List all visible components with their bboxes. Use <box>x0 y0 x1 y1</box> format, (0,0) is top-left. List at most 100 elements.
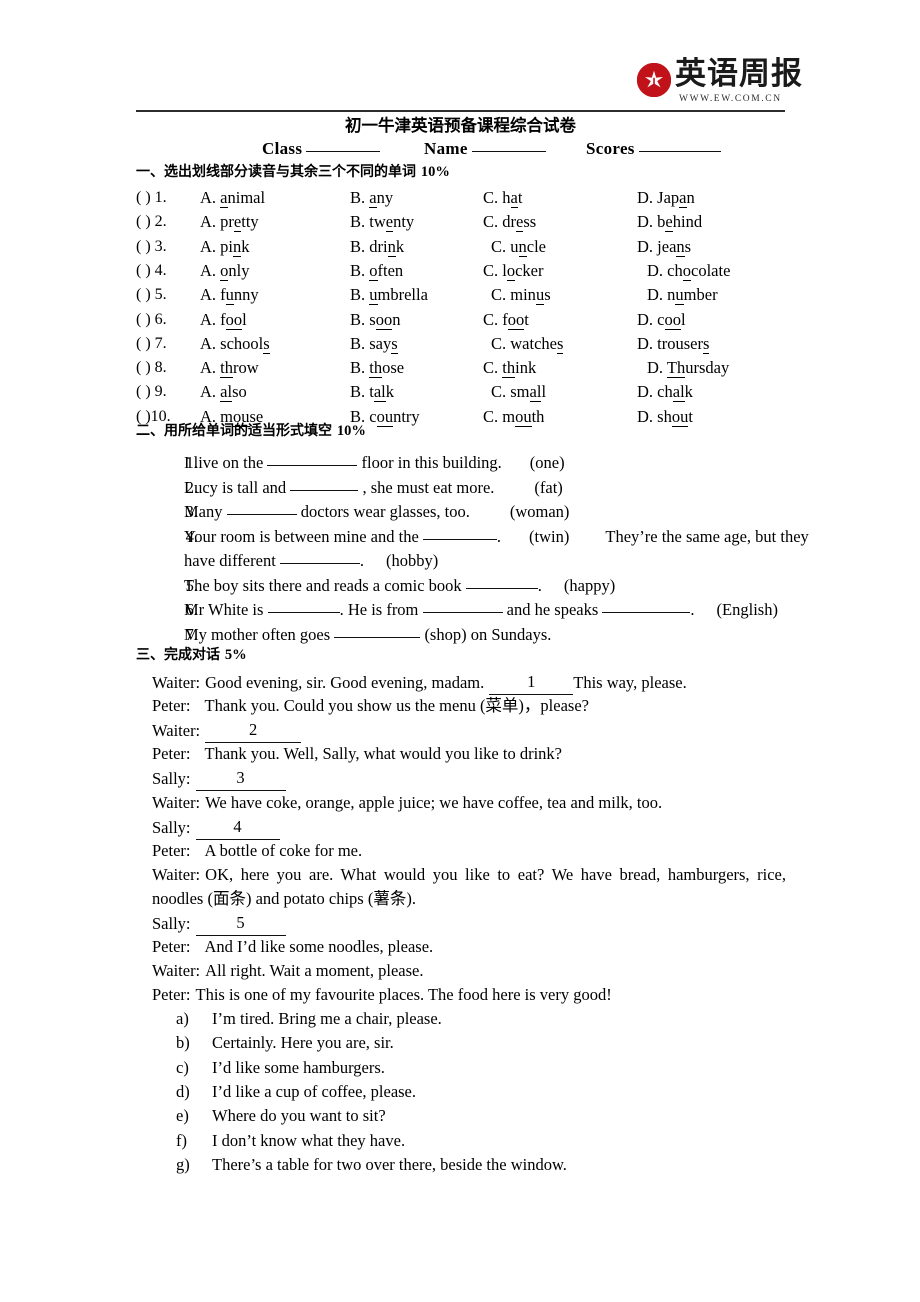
mcq-option-b[interactable]: B. often <box>350 259 403 283</box>
answer-blank[interactable] <box>465 575 538 589</box>
mcq-answer-bracket[interactable]: ( ) 5. <box>136 283 167 307</box>
dialogue-answer-blank[interactable]: 5 <box>195 910 286 936</box>
mcq-option-c[interactable]: C. small <box>491 380 546 404</box>
underlined-sound: o <box>682 260 691 281</box>
class-input-blank[interactable] <box>306 138 381 152</box>
mcq-option-d[interactable]: D. shout <box>637 405 693 429</box>
mcq-row: ( ) 6. A. fool B. soon C. foot D. cool <box>136 308 836 332</box>
name-field[interactable]: Name <box>424 138 546 159</box>
underlined-sound: al <box>220 382 233 403</box>
answer-blank[interactable] <box>334 624 421 638</box>
mcq-option-a[interactable]: A. pink <box>200 235 250 259</box>
underlined-sound: oo <box>225 309 243 330</box>
mcq-option-c[interactable]: C. watches <box>491 332 564 356</box>
mcq-option-b[interactable]: B. umbrella <box>350 283 428 307</box>
dialogue-answer-blank[interactable]: 2 <box>205 717 302 744</box>
dialogue-answer-blank[interactable]: 3 <box>195 765 286 792</box>
mcq-option-c[interactable]: C. hat <box>483 186 522 210</box>
underlined-sound: o <box>220 260 229 281</box>
mcq-answer-bracket[interactable]: ( ) 1. <box>136 186 167 210</box>
mcq-option-a[interactable]: A. only <box>200 259 250 283</box>
mcq-option-b[interactable]: B. soon <box>350 308 400 332</box>
choice-key: f) <box>176 1130 187 1150</box>
mcq-answer-bracket[interactable]: ( ) 3. <box>136 235 167 259</box>
underlined-sound: a <box>369 188 377 208</box>
mcq-option-d[interactable]: D. trousers <box>637 332 710 356</box>
mcq-option-d[interactable]: D. chalk <box>637 380 693 404</box>
mcq-option-d[interactable]: D. cool <box>637 308 686 332</box>
dialogue-speaker: Waiter: <box>152 864 201 884</box>
section3-heading: 三、完成对话 5% <box>136 647 247 663</box>
choice-key: d) <box>176 1081 190 1101</box>
answer-blank[interactable] <box>602 599 691 613</box>
class-field[interactable]: Class <box>262 138 381 159</box>
mcq-answer-bracket[interactable]: ( ) 7. <box>136 332 167 356</box>
scores-field[interactable]: Scores <box>586 138 721 159</box>
mcq-option-d[interactable]: D. Japan <box>637 186 695 210</box>
dialogue-answer-blank[interactable]: 4 <box>195 814 280 840</box>
underlined-sound: u <box>225 285 234 306</box>
choice-text: I’m tired. Bring me a chair, please. <box>212 1009 442 1028</box>
answer-blank[interactable] <box>422 526 497 540</box>
underlined-sound: oo <box>664 309 681 330</box>
underlined-sound: n <box>233 236 242 257</box>
item-text: Mr White is . He is from and he speaks .… <box>184 599 778 619</box>
publisher-logo: 英语周报 WWW.EW.COM.CN <box>637 55 802 107</box>
mcq-answer-bracket[interactable]: ( ) 6. <box>136 308 167 332</box>
mcq-answer-bracket[interactable]: ( ) 4. <box>136 259 167 283</box>
mcq-option-b[interactable]: B. says <box>350 332 398 356</box>
answer-blank[interactable] <box>267 452 358 466</box>
answer-blank[interactable] <box>422 599 503 613</box>
mcq-option-a[interactable]: A. animal <box>200 186 265 210</box>
mcq-option-b[interactable]: B. those <box>350 356 404 380</box>
mcq-option-b[interactable]: B. drink <box>350 235 404 259</box>
scores-input-blank[interactable] <box>638 138 721 152</box>
answer-blank[interactable] <box>267 599 340 613</box>
mcq-option-a[interactable]: A. funny <box>200 283 259 307</box>
item-text: My mother often goes (shop) on Sundays. <box>184 624 552 644</box>
mcq-option-b[interactable]: B. any <box>350 186 393 210</box>
mcq-option-d[interactable]: D. number <box>647 283 718 307</box>
underlined-sound: al <box>672 382 685 403</box>
mcq-option-c[interactable]: C. dress <box>483 210 536 234</box>
mcq-option-d[interactable]: D. behind <box>637 210 702 234</box>
student-info-line: Class Name Scores <box>136 138 785 160</box>
item-text: I live on the floor in this building. (on… <box>184 452 565 472</box>
dialogue-line: Waiter: Good evening, sir. Good evening, … <box>152 669 687 695</box>
answer-blank[interactable] <box>279 550 360 564</box>
mcq-option-b[interactable]: B. twenty <box>350 210 414 234</box>
answer-blank[interactable] <box>226 501 297 515</box>
mcq-option-c[interactable]: C. uncle <box>491 235 546 259</box>
logo-wordmark: 英语周报 <box>675 56 803 92</box>
mcq-option-a[interactable]: A. schools <box>200 332 270 356</box>
dialogue-speaker: Sally: <box>152 914 191 933</box>
mcq-option-c[interactable]: C. think <box>483 356 536 380</box>
underlined-sound: oo <box>507 309 525 330</box>
mcq-row: ( ) 4. A. only B. often C. locker D. chocola… <box>136 259 836 283</box>
mcq-option-a[interactable]: A. pretty <box>200 210 259 234</box>
dialogue-line: Waiter: All right. Wait a moment, please. <box>152 958 423 983</box>
mcq-option-d[interactable]: D. Thursday <box>647 356 729 380</box>
mcq-option-d[interactable]: D. chocolate <box>647 259 730 283</box>
mcq-option-c[interactable]: C. minus <box>491 283 551 307</box>
dialogue-answer-blank[interactable]: 1 <box>489 669 574 695</box>
dialogue-speaker: Waiter: <box>152 961 201 981</box>
mcq-row: ( ) 9. A. also B. talk C. small D. chalk <box>136 380 836 404</box>
underlined-sound: a <box>679 188 687 208</box>
mcq-answer-bracket[interactable]: ( ) 8. <box>136 356 167 380</box>
mcq-answer-bracket[interactable]: ( ) 2. <box>136 210 167 234</box>
mcq-option-c[interactable]: C. foot <box>483 308 529 332</box>
mcq-option-b[interactable]: B. talk <box>350 380 394 404</box>
name-input-blank[interactable] <box>471 138 546 152</box>
dialogue-line: Sally: 5 <box>152 910 286 936</box>
answer-blank[interactable] <box>290 477 359 491</box>
mcq-option-d[interactable]: D. jeans <box>637 235 691 259</box>
underlined-sound: u <box>369 285 378 306</box>
mcq-option-c[interactable]: C. mouth <box>483 405 544 429</box>
logo-website: WWW.EW.COM.CN <box>679 94 782 104</box>
mcq-option-a[interactable]: A. throw <box>200 356 259 380</box>
mcq-option-a[interactable]: A. also <box>200 380 247 404</box>
mcq-answer-bracket[interactable]: ( ) 9. <box>136 380 167 404</box>
mcq-option-a[interactable]: A. fool <box>200 308 247 332</box>
mcq-option-c[interactable]: C. locker <box>483 259 544 283</box>
